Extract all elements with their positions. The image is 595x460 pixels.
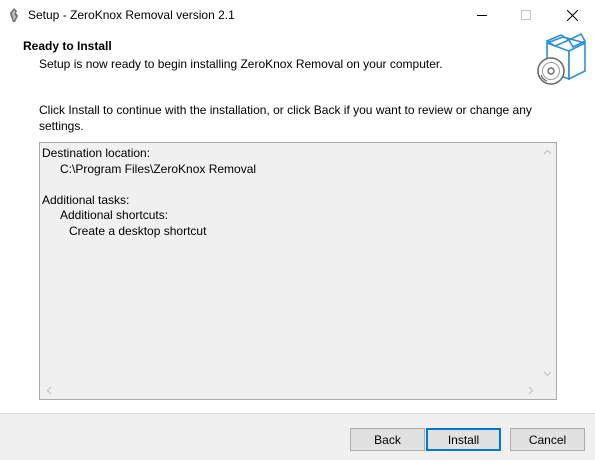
maximize-icon bbox=[521, 10, 531, 20]
back-button[interactable]: Back bbox=[350, 428, 425, 451]
scrollbar-corner bbox=[539, 382, 556, 399]
maximize-button bbox=[503, 0, 549, 30]
vertical-scrollbar[interactable] bbox=[539, 143, 556, 382]
scroll-down-button[interactable] bbox=[539, 365, 556, 382]
chevron-down-icon bbox=[543, 371, 552, 376]
scroll-right-button[interactable] bbox=[522, 382, 539, 399]
setup-app-icon bbox=[10, 8, 18, 22]
close-button[interactable] bbox=[549, 0, 595, 30]
install-button[interactable]: Install bbox=[426, 428, 501, 451]
ready-memo[interactable]: Destination location: C:\Program Files\Z… bbox=[39, 142, 557, 400]
destination-path: C:\Program Files\ZeroKnox Removal bbox=[60, 161, 257, 176]
tasks-heading: Additional tasks: bbox=[42, 192, 130, 207]
scroll-left-button[interactable] bbox=[40, 382, 57, 399]
scroll-up-button[interactable] bbox=[539, 143, 556, 160]
window-title: Setup - ZeroKnox Removal version 2.1 bbox=[28, 8, 235, 22]
memo-text: Destination location: C:\Program Files\Z… bbox=[42, 146, 256, 239]
button-bar bbox=[0, 414, 595, 460]
cancel-button[interactable]: Cancel bbox=[510, 428, 585, 451]
chevron-left-icon bbox=[46, 386, 51, 395]
shortcut-item: Create a desktop shortcut bbox=[69, 223, 207, 238]
shortcuts-heading: Additional shortcuts: bbox=[60, 208, 169, 222]
minimize-button[interactable] bbox=[459, 0, 505, 30]
installer-box-disc-icon bbox=[537, 32, 587, 85]
close-icon bbox=[566, 9, 578, 21]
horizontal-scrollbar[interactable] bbox=[40, 382, 539, 399]
destination-heading: Destination location: bbox=[42, 146, 151, 160]
page-subtitle: Setup is now ready to begin installing Z… bbox=[39, 57, 443, 71]
chevron-up-icon bbox=[543, 149, 552, 154]
wizard-header: Ready to Install Setup is now ready to b… bbox=[0, 30, 595, 90]
memo-spacer bbox=[42, 177, 256, 193]
minimize-icon bbox=[477, 15, 487, 16]
chevron-right-icon bbox=[528, 386, 533, 395]
install-instructions: Click Install to continue with the insta… bbox=[39, 103, 532, 133]
page-title: Ready to Install bbox=[23, 39, 112, 53]
title-bar[interactable]: Setup - ZeroKnox Removal version 2.1 bbox=[0, 0, 595, 30]
